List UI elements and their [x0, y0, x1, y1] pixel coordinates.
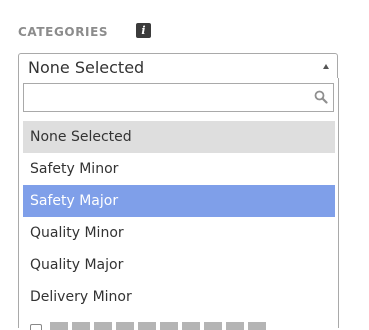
option-safety-minor[interactable]: Safety Minor [23, 153, 335, 185]
option-label: Safety Minor [30, 161, 119, 177]
obscured-text [50, 322, 270, 330]
search-input[interactable] [24, 84, 304, 111]
options-list: None Selected Safety Minor Safety Major … [23, 121, 335, 313]
option-label: None Selected [30, 129, 132, 145]
option-label: Delivery Minor [30, 289, 132, 305]
info-icon[interactable]: i [136, 23, 151, 38]
option-quality-major[interactable]: Quality Major [23, 249, 335, 281]
obscured-checkbox-row [30, 322, 275, 330]
option-quality-minor[interactable]: Quality Minor [23, 217, 335, 249]
option-none-selected: None Selected [23, 121, 335, 153]
categories-label: CATEGORIES [18, 25, 109, 39]
option-safety-major[interactable]: Safety Major [23, 185, 335, 217]
obscured-checkbox[interactable] [30, 324, 42, 330]
option-label: Quality Major [30, 257, 124, 273]
categories-label-row: CATEGORIES [18, 22, 108, 42]
search-icon [314, 90, 328, 104]
option-delivery-minor[interactable]: Delivery Minor [23, 281, 335, 313]
option-label: Quality Minor [30, 225, 124, 241]
option-label: Safety Major [30, 193, 119, 209]
caret-up-icon[interactable] [323, 64, 329, 69]
search-field[interactable] [23, 83, 334, 112]
categories-dropdown: None Selected Safety Minor Safety Major … [18, 78, 339, 328]
select-value: None Selected [28, 58, 145, 77]
categories-select[interactable]: None Selected [18, 53, 338, 79]
